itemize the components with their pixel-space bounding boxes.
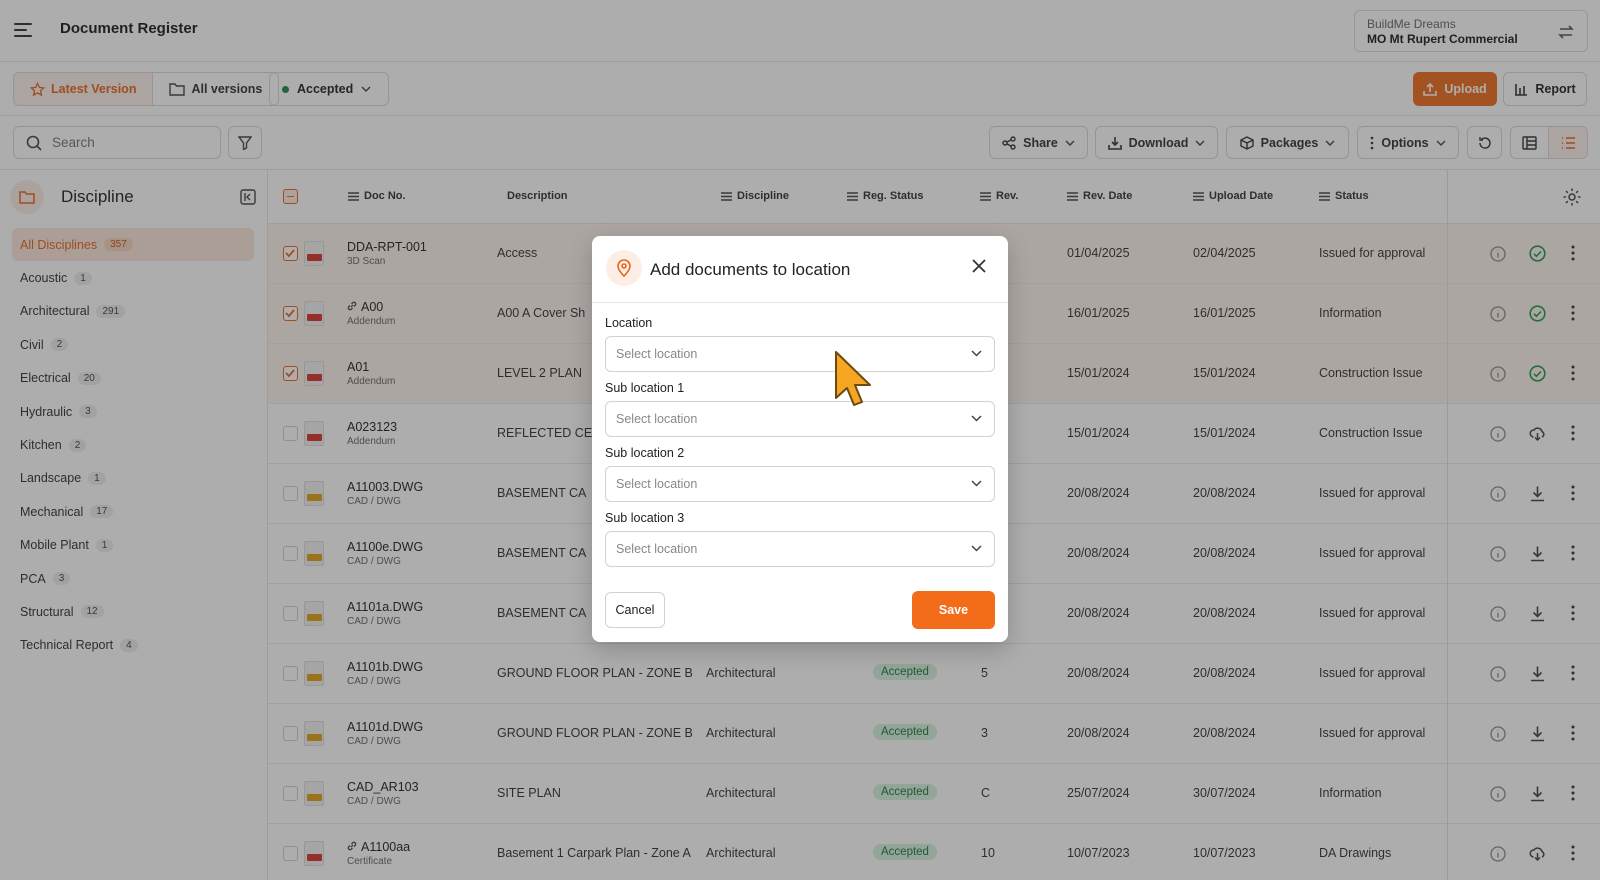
dialog-title: Add documents to location <box>650 260 851 279</box>
cancel-button[interactable]: Cancel <box>605 592 665 628</box>
location-label: Location <box>605 316 653 330</box>
sub-location-1-select[interactable]: Select location <box>605 401 995 437</box>
dialog-header: Add documents to location <box>592 236 1008 303</box>
sub-location-2-select[interactable]: Select location <box>605 466 995 502</box>
close-icon[interactable] <box>972 259 986 273</box>
select-placeholder: Select location <box>616 347 698 361</box>
chevron-down-icon <box>971 350 982 357</box>
sub-location-3-label: Sub location 3 <box>605 511 685 525</box>
mouse-cursor-icon <box>835 351 871 406</box>
chevron-down-icon <box>971 545 982 552</box>
save-button[interactable]: Save <box>912 591 995 629</box>
select-placeholder: Select location <box>616 477 698 491</box>
chevron-down-icon <box>971 415 982 422</box>
sub-location-2-label: Sub location 2 <box>605 446 685 460</box>
sub-location-1-label: Sub location 1 <box>605 381 685 395</box>
sub-location-3-select[interactable]: Select location <box>605 531 995 567</box>
location-select[interactable]: Select location <box>605 336 995 372</box>
chevron-down-icon <box>971 480 982 487</box>
location-pin-icon <box>606 250 642 286</box>
select-placeholder: Select location <box>616 542 698 556</box>
select-placeholder: Select location <box>616 412 698 426</box>
add-location-dialog: Add documents to location Location Selec… <box>592 236 1008 642</box>
